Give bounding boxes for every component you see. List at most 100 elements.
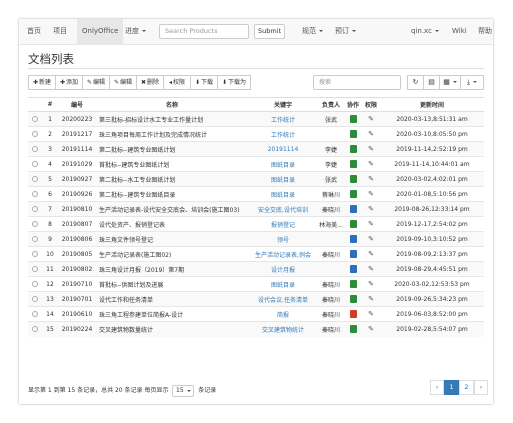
row-select-cell[interactable] <box>28 111 42 127</box>
row-radio[interactable] <box>32 116 38 122</box>
row-collab-cell[interactable] <box>344 186 362 202</box>
row-permission-cell[interactable]: ✎ <box>362 321 380 337</box>
row-collab-cell[interactable] <box>344 111 362 127</box>
nav-item-user[interactable]: qin.xc <box>411 19 439 44</box>
row-select-cell[interactable] <box>28 126 42 142</box>
search-input[interactable]: Search Products <box>159 24 249 39</box>
row-select-cell[interactable] <box>28 246 42 262</box>
row-radio[interactable] <box>32 221 38 227</box>
row-select-cell[interactable] <box>28 156 42 172</box>
row-select-cell[interactable] <box>28 216 42 232</box>
row-name[interactable]: 生产活动记录表-设代安全交底会、培训会(施工图03) <box>96 201 248 217</box>
excel-file-icon[interactable] <box>349 145 357 153</box>
row-keyword[interactable]: 报销登记 <box>248 216 318 232</box>
pencil-icon[interactable]: ✎ <box>368 295 374 303</box>
table-row[interactable]: 14 20190610 珠三角工程参建单位简报A-设计 简报 秦晓川 ✎ 2019-06-0… <box>28 306 484 322</box>
row-select-cell[interactable] <box>28 276 42 292</box>
nav-item-onlyoffice[interactable]: OnlyOffice <box>77 19 124 44</box>
word-file-icon[interactable] <box>349 205 357 213</box>
delete-button[interactable]: ✖删除 <box>136 75 164 90</box>
row-select-cell[interactable] <box>28 201 42 217</box>
add-button[interactable]: ✚添加 <box>55 75 83 90</box>
table-row[interactable]: 9 20190806 珠三角文件领号登记 领号 ✎ 2019-09-10,3:10:52 … <box>28 231 484 247</box>
row-permission-cell[interactable]: ✎ <box>362 291 380 307</box>
row-name[interactable]: 珠三角工程参建单位简报A-设计 <box>96 306 248 322</box>
row-keyword[interactable]: 设计月报 <box>248 261 318 277</box>
row-collab-cell[interactable] <box>344 231 362 247</box>
row-permission-cell[interactable]: ✎ <box>362 156 380 172</box>
pdf-file-icon[interactable] <box>349 310 357 318</box>
header-index[interactable]: # <box>42 97 58 112</box>
row-collab-cell[interactable] <box>344 156 362 172</box>
pencil-icon[interactable]: ✎ <box>368 130 374 138</box>
row-name[interactable]: 首批标--供图计划及进展 <box>96 276 248 292</box>
row-permission-cell[interactable]: ✎ <box>362 111 380 127</box>
row-keyword[interactable]: 领号 <box>248 231 318 247</box>
nav-item-home[interactable]: 首页 <box>27 19 41 44</box>
header-name[interactable]: 名称 <box>96 97 248 112</box>
row-keyword[interactable]: 工作统计 <box>248 111 318 127</box>
row-keyword[interactable]: 20191114 <box>248 141 318 157</box>
row-keyword[interactable]: 工作统计 <box>248 126 318 142</box>
row-name[interactable]: 生产活动记录表(施工图02) <box>96 246 248 262</box>
table-row[interactable]: 10 20190805 生产活动记录表(施工图02) 生产活动记录表,例会 秦晓川 ✎ 20… <box>28 246 484 262</box>
pencil-icon[interactable]: ✎ <box>368 145 374 153</box>
prev-page-button[interactable]: ‹ <box>430 380 444 395</box>
row-permission-cell[interactable]: ✎ <box>362 186 380 202</box>
row-keyword[interactable]: 简报 <box>248 306 318 322</box>
row-radio[interactable] <box>32 311 38 317</box>
row-radio[interactable] <box>32 251 38 257</box>
nav-item-progress[interactable]: 进度 <box>125 19 146 44</box>
row-permission-cell[interactable]: ✎ <box>362 276 380 292</box>
row-collab-cell[interactable] <box>344 246 362 262</box>
pencil-icon[interactable]: ✎ <box>368 175 374 183</box>
row-permission-cell[interactable]: ✎ <box>362 216 380 232</box>
row-name[interactable]: 设代处资产、报销登记表 <box>96 216 248 232</box>
pencil-icon[interactable]: ✎ <box>368 160 374 168</box>
header-code[interactable]: 编号 <box>58 97 96 112</box>
row-radio[interactable] <box>32 296 38 302</box>
table-row[interactable]: 12 20190710 首批标--供图计划及进展 图纸目录 秦晓川 ✎ 2020-03-02… <box>28 276 484 292</box>
row-name[interactable]: 珠三角项目每周工作计划及完成情况统计 <box>96 126 248 142</box>
refresh-button[interactable]: ↻ <box>407 75 424 90</box>
row-permission-cell[interactable]: ✎ <box>362 171 380 187</box>
pencil-icon[interactable]: ✎ <box>368 325 374 333</box>
row-name[interactable]: 第三批标-招标设计水工专业工作量计划 <box>96 111 248 127</box>
row-collab-cell[interactable] <box>344 201 362 217</box>
excel-file-icon[interactable] <box>349 325 357 334</box>
table-row[interactable]: 15 20190224 交叉建筑物数量统计 交叉建筑物统计 秦晓川 ✎ 2019-02-28… <box>28 321 484 337</box>
table-row[interactable]: 2 20191217 珠三角项目每周工作计划及完成情况统计 工作统计 ✎ 2020-03-… <box>28 126 484 142</box>
excel-file-icon[interactable] <box>349 190 357 198</box>
table-row[interactable]: 6 20190926 第二批标--建筑专业图纸目录 图纸目录 蔡琳川 ✎ 2020-01-0… <box>28 186 484 202</box>
row-select-cell[interactable] <box>28 186 42 202</box>
row-select-cell[interactable] <box>28 171 42 187</box>
header-owner[interactable]: 负责人 <box>318 97 344 112</box>
pencil-icon[interactable]: ✎ <box>368 265 374 273</box>
header-updated[interactable]: 更新时间 <box>380 97 484 112</box>
row-collab-cell[interactable] <box>344 306 362 322</box>
pencil-icon[interactable]: ✎ <box>368 280 374 288</box>
excel-file-icon[interactable] <box>349 220 357 228</box>
row-radio[interactable] <box>32 281 38 287</box>
page-1-button[interactable]: 1 <box>444 380 459 395</box>
excel-file-icon[interactable] <box>349 280 357 288</box>
row-name[interactable]: 第二批标--建筑专业图纸计划 <box>96 141 248 157</box>
row-radio[interactable] <box>32 191 38 197</box>
row-radio[interactable] <box>32 131 38 137</box>
row-name[interactable]: 设代工作和任务清单 <box>96 291 248 307</box>
view-toggle-button[interactable]: ▦ <box>439 75 461 90</box>
excel-file-icon[interactable] <box>349 130 357 138</box>
row-permission-cell[interactable]: ✎ <box>362 126 380 142</box>
edit-button[interactable]: ✎编辑 <box>82 75 110 90</box>
pencil-icon[interactable]: ✎ <box>368 250 374 258</box>
excel-file-icon[interactable] <box>349 175 357 183</box>
row-keyword[interactable]: 生产活动记录表,例会 <box>248 246 318 262</box>
header-keyword[interactable]: 关键字 <box>248 97 318 112</box>
row-name[interactable]: 珠三角设计月报（2019）第7期 <box>96 261 248 277</box>
row-select-cell[interactable] <box>28 141 42 157</box>
row-keyword[interactable]: 图纸目录 <box>248 171 318 187</box>
table-row[interactable]: 3 20191114 第二批标--建筑专业图纸计划 20191114 李婕 ✎ 2019-1… <box>28 141 484 157</box>
nav-item-booking[interactable]: 预订 <box>335 19 356 44</box>
row-permission-cell[interactable]: ✎ <box>362 261 380 277</box>
row-keyword[interactable]: 图纸目录 <box>248 276 318 292</box>
